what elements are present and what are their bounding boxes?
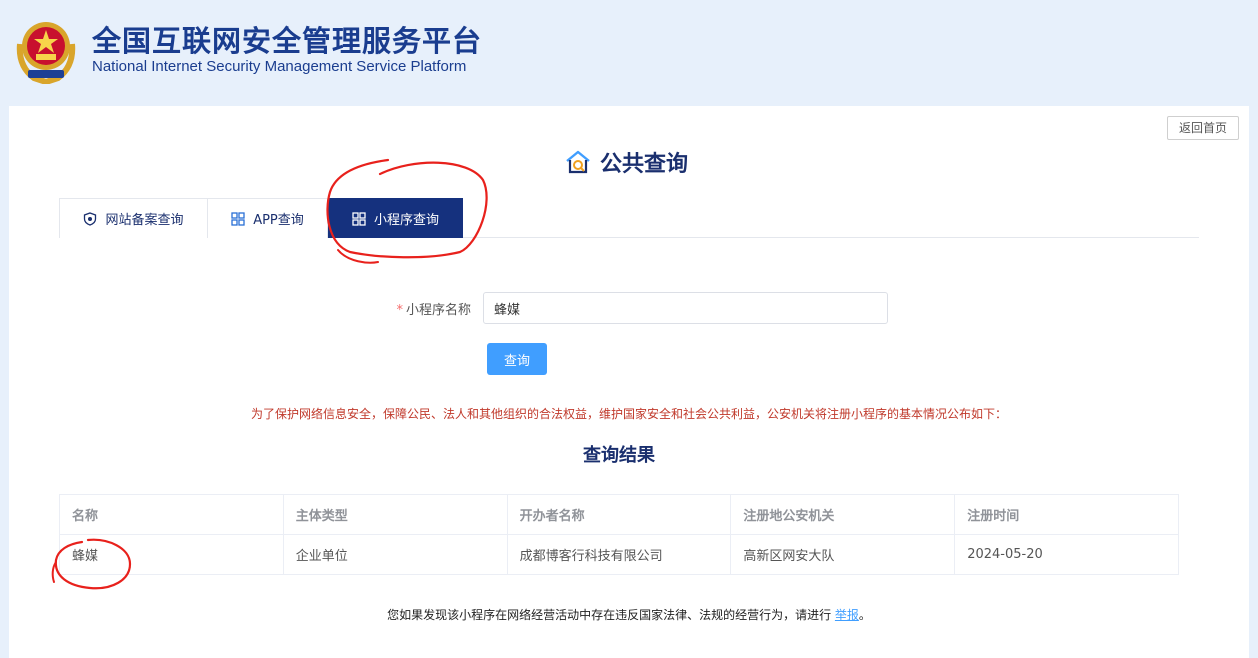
mini-program-name-input[interactable] bbox=[483, 292, 888, 324]
report-link[interactable]: 举报 bbox=[835, 608, 859, 622]
results-title: 查询结果 bbox=[583, 445, 655, 466]
column-header: 名称 bbox=[59, 494, 284, 535]
disclosure-notice: 为了保护网络信息安全，保障公民、法人和其他组织的合法权益，维护国家安全和社会公共… bbox=[250, 407, 1007, 421]
main-panel: 返回首页 公共查询 网站备案查询 APP查询 小程序查询 * 小程序名称 蜂媒 … bbox=[9, 106, 1249, 658]
cell-registration-date: 2024-05-20 bbox=[954, 534, 1179, 575]
grid-icon bbox=[352, 211, 366, 226]
page-title: 公共查询 bbox=[600, 152, 689, 177]
tab-mini-program-query[interactable]: 小程序查询 bbox=[328, 198, 463, 238]
results-table: 名称 主体类型 开办者名称 注册地公安机关 注册时间 蜂媒 企业单位 成都博客行… bbox=[59, 494, 1179, 575]
site-title-chinese: 全国互联网安全管理服务平台 bbox=[92, 24, 483, 58]
column-header: 注册时间 bbox=[954, 494, 1179, 535]
shield-icon bbox=[84, 211, 97, 226]
grid-icon bbox=[231, 211, 245, 226]
query-button[interactable]: 查询 bbox=[487, 343, 547, 375]
home-search-icon bbox=[566, 150, 590, 174]
tab-website-filing[interactable]: 网站备案查询 bbox=[59, 198, 208, 238]
required-mark: * bbox=[396, 302, 403, 318]
field-label-text: 小程序名称 bbox=[405, 302, 471, 318]
column-header: 开办者名称 bbox=[506, 494, 732, 535]
back-home-button[interactable]: 返回首页 bbox=[1167, 116, 1239, 140]
mini-program-name-label: * 小程序名称 bbox=[389, 299, 483, 318]
report-note-text: 您如果发现该小程序在网络经营活动中存在违反国家法律、法规的经营行为，请进行 bbox=[387, 608, 832, 622]
report-note-suffix: 。 bbox=[858, 608, 871, 622]
cell-entity-type: 企业单位 bbox=[282, 534, 508, 575]
column-header: 主体类型 bbox=[282, 494, 508, 535]
query-tabs: 网站备案查询 APP查询 小程序查询 bbox=[59, 198, 1199, 238]
tab-label: 小程序查询 bbox=[373, 213, 439, 228]
mini-program-name-row: * 小程序名称 bbox=[389, 292, 888, 324]
cell-name: 蜂媒 bbox=[59, 534, 284, 575]
report-note: 您如果发现该小程序在网络经营活动中存在违反国家法律、法规的经营行为，请进行 举报… bbox=[9, 606, 1249, 623]
page-heading: 公共查询 bbox=[564, 146, 688, 178]
tab-app-query[interactable]: APP查询 bbox=[208, 198, 328, 238]
cell-police-authority: 高新区网安大队 bbox=[730, 534, 956, 575]
police-emblem-icon bbox=[16, 22, 76, 84]
tab-label: 网站备案查询 bbox=[105, 213, 184, 228]
cell-operator-name: 成都博客行科技有限公司 bbox=[506, 534, 732, 575]
site-header: 全国互联网安全管理服务平台 National Internet Security… bbox=[0, 0, 1258, 106]
tab-label: APP查询 bbox=[253, 213, 304, 228]
table-row: 蜂媒 企业单位 成都博客行科技有限公司 高新区网安大队 2024-05-20 bbox=[59, 534, 1179, 575]
table-header-row: 名称 主体类型 开办者名称 注册地公安机关 注册时间 bbox=[59, 494, 1179, 535]
column-header: 注册地公安机关 bbox=[730, 494, 956, 535]
site-title-english: National Internet Security Management Se… bbox=[92, 58, 467, 75]
